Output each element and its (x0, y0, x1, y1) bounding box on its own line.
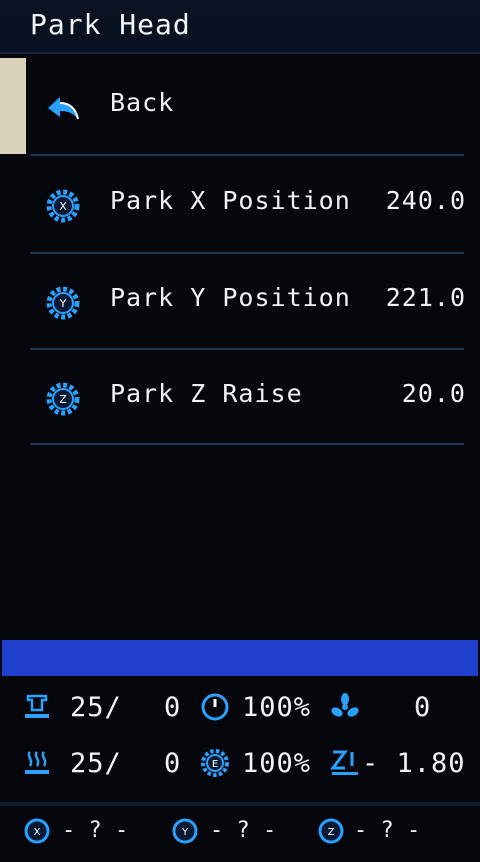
bed-icon (25, 694, 49, 718)
y-gear-icon: Y (46, 286, 80, 320)
menu-item-value: 20.0 (401, 379, 466, 408)
menu-item-park-z[interactable]: Z Park Z Raise 20.0 (0, 349, 480, 445)
svg-text:Z: Z (59, 393, 67, 406)
svg-text:Y: Y (181, 827, 189, 838)
menu-item-park-x[interactable]: X Park X Position 240.0 (0, 156, 480, 252)
hotend-current-temp: 25/ (70, 748, 122, 779)
flow-value: 100% (242, 748, 312, 779)
divider (0, 802, 480, 806)
z-position-value: - ? - (354, 818, 421, 843)
title-bar: Park Head (0, 0, 480, 54)
fan-speed-value: 0 (414, 692, 432, 723)
menu-item-label: Back (110, 88, 175, 117)
svg-text:Z: Z (328, 827, 335, 838)
svg-text:X: X (34, 827, 41, 838)
menu-item-label: Park X Position (110, 186, 351, 215)
bed-current-temp: 25/ (70, 692, 122, 723)
x-axis-icon: X (24, 818, 50, 844)
z-axis-icon: Z (318, 818, 344, 844)
menu-item-value: 240.0 (385, 186, 466, 215)
progress-bar (2, 640, 478, 676)
flow-e-icon: E (201, 749, 229, 777)
y-axis-icon: Y (172, 818, 198, 844)
svg-text:Y: Y (59, 297, 67, 310)
menu-item-back[interactable]: Back (0, 58, 480, 154)
fan-icon (331, 693, 359, 717)
x-position-value: - ? - (62, 818, 129, 843)
status-row-hotend: 25/ 0 E 100% - 1.80 (0, 746, 480, 786)
svg-text:E: E (212, 759, 218, 770)
back-arrow-icon (48, 97, 79, 120)
selection-marker (0, 58, 26, 154)
page-title: Park Head (30, 8, 191, 41)
feedrate-value: 100% (242, 692, 312, 723)
bed-target-temp: 0 (164, 692, 182, 723)
z-gear-icon: Z (46, 382, 80, 416)
y-position-value: - ? - (210, 818, 277, 843)
divider (30, 443, 464, 445)
hotend-target-temp: 0 (164, 748, 182, 779)
menu-item-label: Park Z Raise (110, 379, 303, 408)
z-offset-icon (330, 750, 358, 775)
x-gear-icon: X (46, 189, 80, 223)
menu-item-value: 221.0 (385, 283, 466, 312)
heat-icon (25, 751, 49, 774)
menu-item-label: Park Y Position (110, 283, 351, 312)
axis-position-row: X - ? - Y - ? - Z - ? - (0, 812, 480, 852)
speed-gauge-icon (201, 693, 229, 721)
status-row-bed: 25/ 0 100% 0 (0, 690, 480, 730)
svg-text:X: X (59, 200, 67, 213)
menu-item-park-y[interactable]: Y Park Y Position 221.0 (0, 253, 480, 349)
z-offset-value: - 1.80 (362, 748, 466, 779)
